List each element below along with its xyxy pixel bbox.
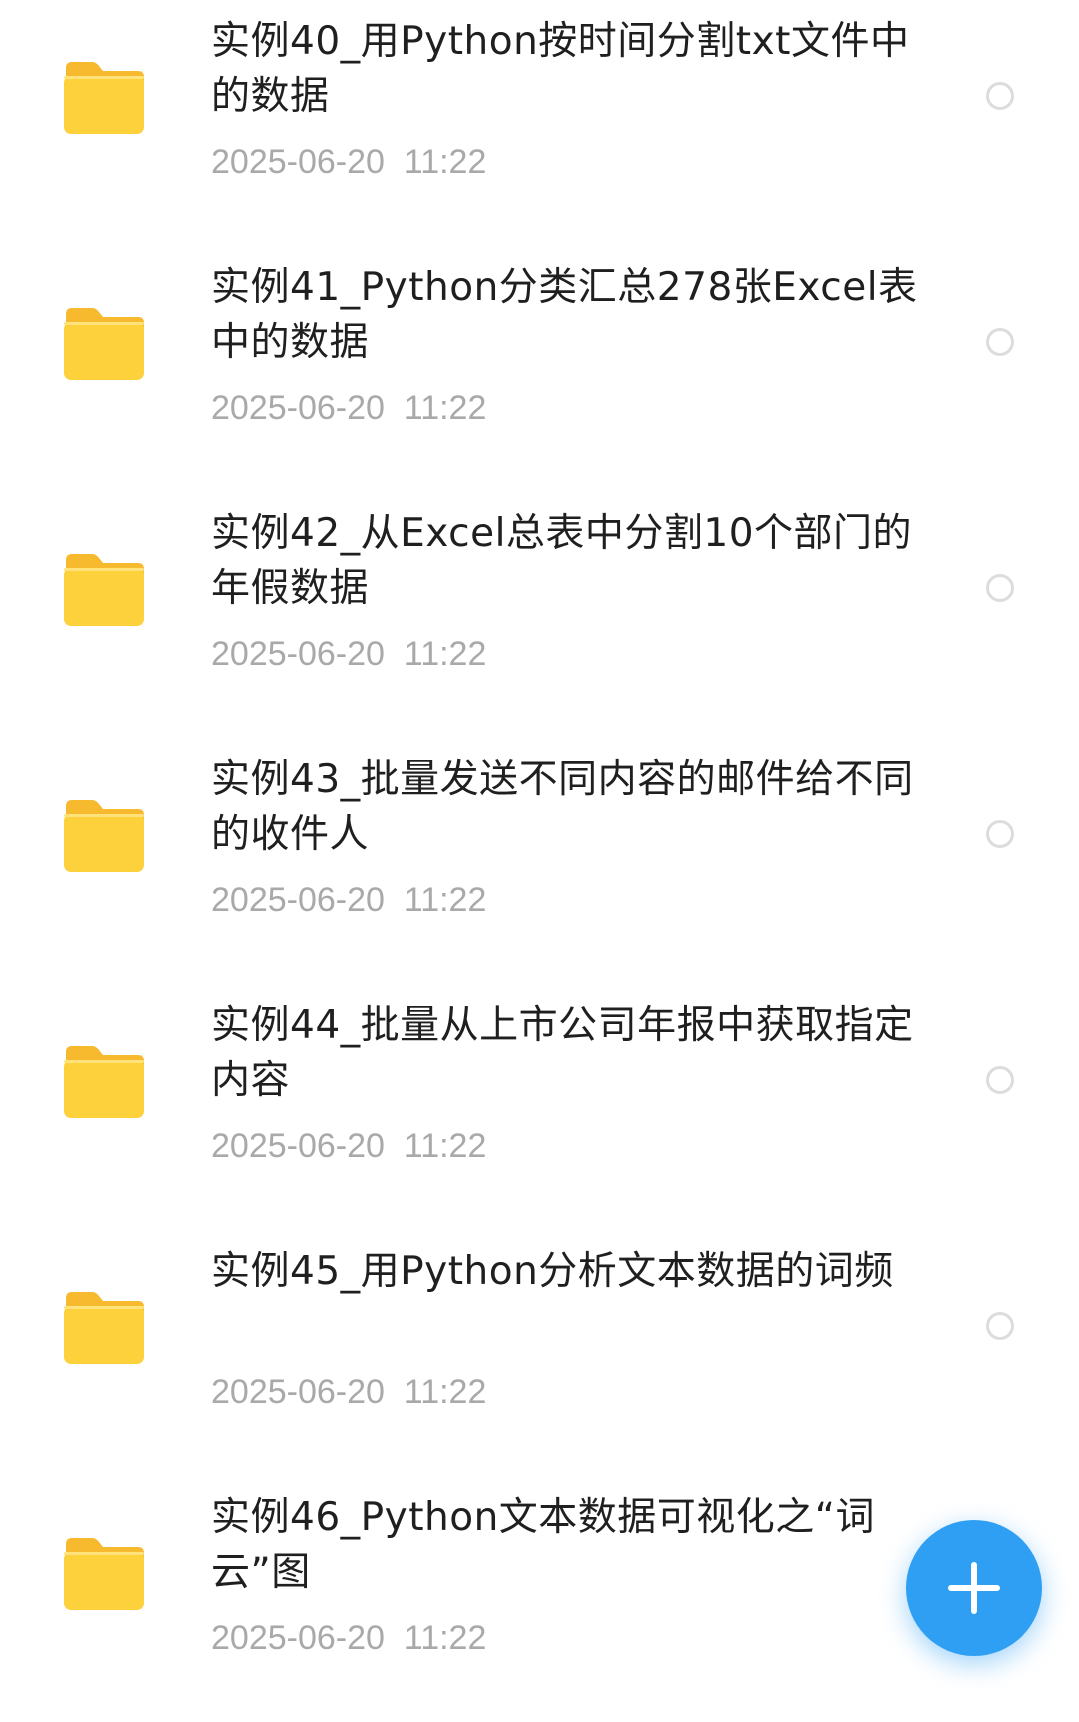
list-item[interactable]: 实例44_批量从上市公司年报中获取指定内容 2025-06-20 11:22 [0, 984, 1079, 1230]
file-name: 实例45_用Python分析文本数据的词频 [211, 1249, 894, 1294]
file-modified-time: 2025-06-20 11:22 [211, 1373, 487, 1411]
list-item[interactable]: 实例45_用Python分析文本数据的词频 2025-06-20 11:22 [0, 1230, 1079, 1476]
file-modified-time: 2025-06-20 11:22 [211, 1127, 487, 1165]
file-modified-time: 2025-06-20 11:22 [211, 635, 487, 673]
folder-icon [62, 1046, 146, 1120]
add-button[interactable] [906, 1520, 1042, 1656]
select-radio[interactable] [986, 1066, 1014, 1094]
file-modified-time: 2025-06-20 11:22 [211, 881, 487, 919]
folder-icon [62, 1538, 146, 1612]
select-radio[interactable] [986, 82, 1014, 110]
folder-icon [62, 1292, 146, 1366]
file-name: 实例44_批量从上市公司年报中获取指定内容 [211, 1003, 914, 1103]
folder-icon [62, 62, 146, 136]
list-item[interactable]: 实例42_从Excel总表中分割10个部门的年假数据 2025-06-20 11… [0, 492, 1079, 738]
folder-icon [62, 800, 146, 874]
folder-icon [62, 308, 146, 382]
select-radio[interactable] [986, 1312, 1014, 1340]
file-name: 实例40_用Python按时间分割txt文件中的数据 [211, 19, 910, 119]
file-name: 实例42_从Excel总表中分割10个部门的年假数据 [211, 511, 913, 611]
list-item[interactable]: 实例40_用Python按时间分割txt文件中的数据 2025-06-20 11… [0, 0, 1079, 246]
file-name: 实例43_批量发送不同内容的邮件给不同的收件人 [211, 757, 914, 857]
file-name: 实例46_Python文本数据可视化之“词云”图 [211, 1495, 876, 1595]
select-radio[interactable] [986, 574, 1014, 602]
select-radio[interactable] [986, 328, 1014, 356]
folder-icon [62, 554, 146, 628]
file-modified-time: 2025-06-20 11:22 [211, 389, 487, 427]
list-item[interactable]: 实例43_批量发送不同内容的邮件给不同的收件人 2025-06-20 11:22 [0, 738, 1079, 984]
list-item[interactable]: 实例41_Python分类汇总278张Excel表中的数据 2025-06-20… [0, 246, 1079, 492]
file-name: 实例41_Python分类汇总278张Excel表中的数据 [211, 265, 918, 365]
file-modified-time: 2025-06-20 11:22 [211, 1619, 487, 1657]
file-modified-time: 2025-06-20 11:22 [211, 143, 487, 181]
select-radio[interactable] [986, 820, 1014, 848]
